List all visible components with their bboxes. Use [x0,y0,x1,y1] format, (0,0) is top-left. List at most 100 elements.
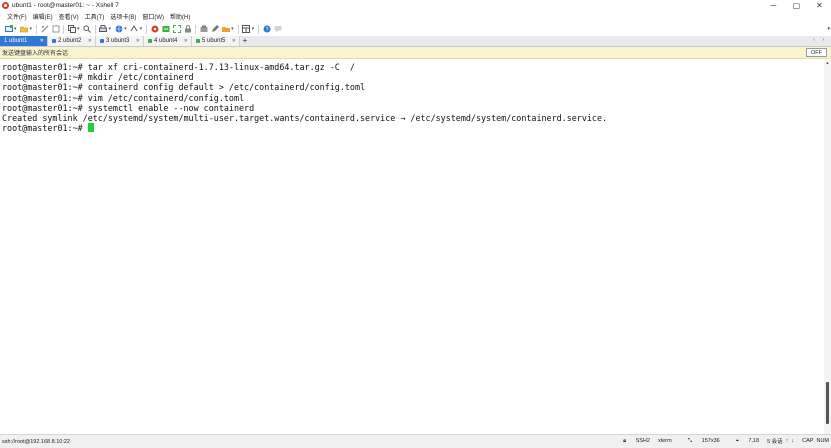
terminal-line: root@master01:~# tar xf cri-containerd-1… [2,62,355,72]
session-status-icon [52,39,56,43]
chat-icon[interactable] [273,25,282,34]
terminal-output[interactable]: root@master01:~# tar xf cri-containerd-1… [0,60,824,434]
tab-ubunt4[interactable]: 4 ubunt4 ✕ [144,36,192,46]
compose-all-sessions-label[interactable]: 发送键盘输入的所有会话 [2,48,68,57]
tab-ubunt1[interactable]: 1 ubunt1 ✕ [0,36,48,46]
chevron-down-icon[interactable]: ▾ [109,26,112,32]
cursor-position-label: 7,18 [748,437,760,444]
transfer-icon[interactable] [161,25,170,34]
menu-file[interactable]: 文件(F) [4,12,30,21]
terminal-cursor [87,123,94,133]
tab-label: 3 ubunt3 [106,38,130,44]
toolbar-divider [36,24,38,34]
terminal-line: root@master01:~# mkdir /etc/containerd [2,72,194,83]
compose-icon[interactable] [210,25,219,34]
menu-tools[interactable]: 工具(T) [82,12,108,21]
minimize-button[interactable]: ─ [762,0,785,11]
new-session-icon[interactable] [4,25,13,34]
script-icon[interactable] [199,25,208,34]
terminal-line: root@master01:~# systemctl enable --now … [2,102,255,113]
toolbar-divider [195,24,197,34]
protocol-indicator: 🔒︎ SSH2 [615,438,650,445]
close-button[interactable]: ✕ [808,0,831,11]
add-tab-button[interactable]: + [240,36,250,46]
terminal-size: ⤡ 157x36 [680,438,720,445]
num-indicator: NUM [816,438,829,444]
tab-scroll-nav[interactable]: ‹ › [813,37,827,43]
terminal-size-label: 157x36 [701,437,720,444]
compose-off-toggle[interactable]: OFF [806,48,827,57]
cursor-position-icon: ⌖ [735,437,739,444]
properties-icon[interactable] [51,25,60,34]
connection-address: ssh://root@192.168.8.10:22 [2,438,70,445]
xshell-app-icon [2,2,9,9]
tab-ubunt2[interactable]: 2 ubunt2 ✕ [48,36,96,46]
tab-label: 1 ubunt1 [4,38,28,44]
keyboard-icon[interactable] [130,25,139,34]
menu-help[interactable]: 帮助(H) [167,12,193,21]
terminal-prompt-line: root@master01:~# [2,123,824,133]
scrollbar-thumb[interactable] [826,382,829,424]
status-details: 🔒︎ SSH2 xterm ⤡ 157x36 ⌖ 7,18 5 会话 ↑ ↓ C… [607,437,829,446]
tab-ubunt5[interactable]: 5 ubunt5 ✕ [192,36,240,46]
menu-edit[interactable]: 编辑(E) [30,12,56,21]
vertical-scrollbar[interactable]: ▲ [824,60,831,434]
title-bar: ubunt1 - root@master01: ~ - Xshell 7 ─ ▢… [0,0,831,11]
search-icon[interactable] [83,25,92,34]
chevron-down-icon[interactable]: ▾ [231,26,234,32]
help-icon[interactable]: ? [262,25,271,34]
folder-icon[interactable] [221,25,230,34]
copy-icon[interactable] [67,25,76,34]
tab-label: 4 ubunt4 [154,38,178,44]
open-folder-icon[interactable] [20,25,29,34]
toolbar-divider [63,24,65,34]
xftp-icon[interactable] [150,25,159,34]
session-status-icon [196,39,200,43]
terminal-prompt: root@master01:~# [2,123,88,134]
close-icon[interactable]: ✕ [136,38,140,44]
tab-ubunt3[interactable]: 3 ubunt3 ✕ [96,36,144,46]
resize-icon: ⤡ [687,437,693,444]
close-icon[interactable]: ✕ [184,38,188,44]
fullscreen-icon[interactable] [172,25,181,34]
window-title: ubunt1 - root@master01: ~ - Xshell 7 [12,2,119,9]
session-status-icon [100,39,104,43]
terminal-line: root@master01:~# vim /etc/containerd/con… [2,92,245,103]
chevron-down-icon[interactable]: ▾ [77,26,80,32]
toolbar: ▾ ▾ ▾ ▾ ▾ ▾ ▾ ▾ ? ▾ [0,22,831,36]
menu-bar: 文件(F) 编辑(E) 查看(V) 工具(T) 选项卡(B) 窗口(W) 帮助(… [0,11,831,22]
close-icon[interactable]: ✕ [40,38,44,44]
lock-icon[interactable] [183,25,192,34]
window-controls: ─ ▢ ✕ [762,0,831,11]
toolbar-divider [237,24,239,34]
maximize-button[interactable]: ▢ [785,0,808,11]
menu-tab[interactable]: 选项卡(B) [107,12,139,21]
terminal-line: Created symlink /etc/systemd/system/mult… [2,113,608,124]
terminal-line: root@master01:~# containerd config defau… [2,82,366,93]
tab-label: 5 ubunt5 [202,38,226,44]
toolbar-divider [146,24,148,34]
chevron-down-icon[interactable]: ▾ [30,26,33,32]
disconnect-icon[interactable] [40,25,49,34]
terminal-type: xterm [657,438,672,444]
globe-icon[interactable] [114,25,123,34]
layout-icon[interactable] [242,25,251,34]
scroll-up-icon[interactable]: ▲ [824,60,831,66]
menu-view[interactable]: 查看(V) [56,12,82,21]
svg-text:?: ? [265,27,268,33]
close-icon[interactable]: ✕ [88,38,92,44]
cursor-position: ⌖ 7,18 [728,438,759,445]
toolbar-divider [258,24,260,34]
menu-window[interactable]: 窗口(W) [139,12,167,21]
toolbar-divider [94,24,96,34]
chevron-down-icon[interactable]: ▾ [252,26,255,32]
close-icon[interactable]: ✕ [232,38,236,44]
print-icon[interactable] [99,25,108,34]
chevron-down-icon[interactable]: ▾ [14,26,17,32]
chevron-down-icon[interactable]: ▾ [140,26,143,32]
toolbar-overflow-icon[interactable]: ▾ [827,26,830,32]
ssh-lock-icon: 🔒︎ [623,437,627,444]
chevron-down-icon[interactable]: ▾ [124,26,127,32]
session-status-icon [148,39,152,43]
caps-indicator: CAP [802,438,814,444]
